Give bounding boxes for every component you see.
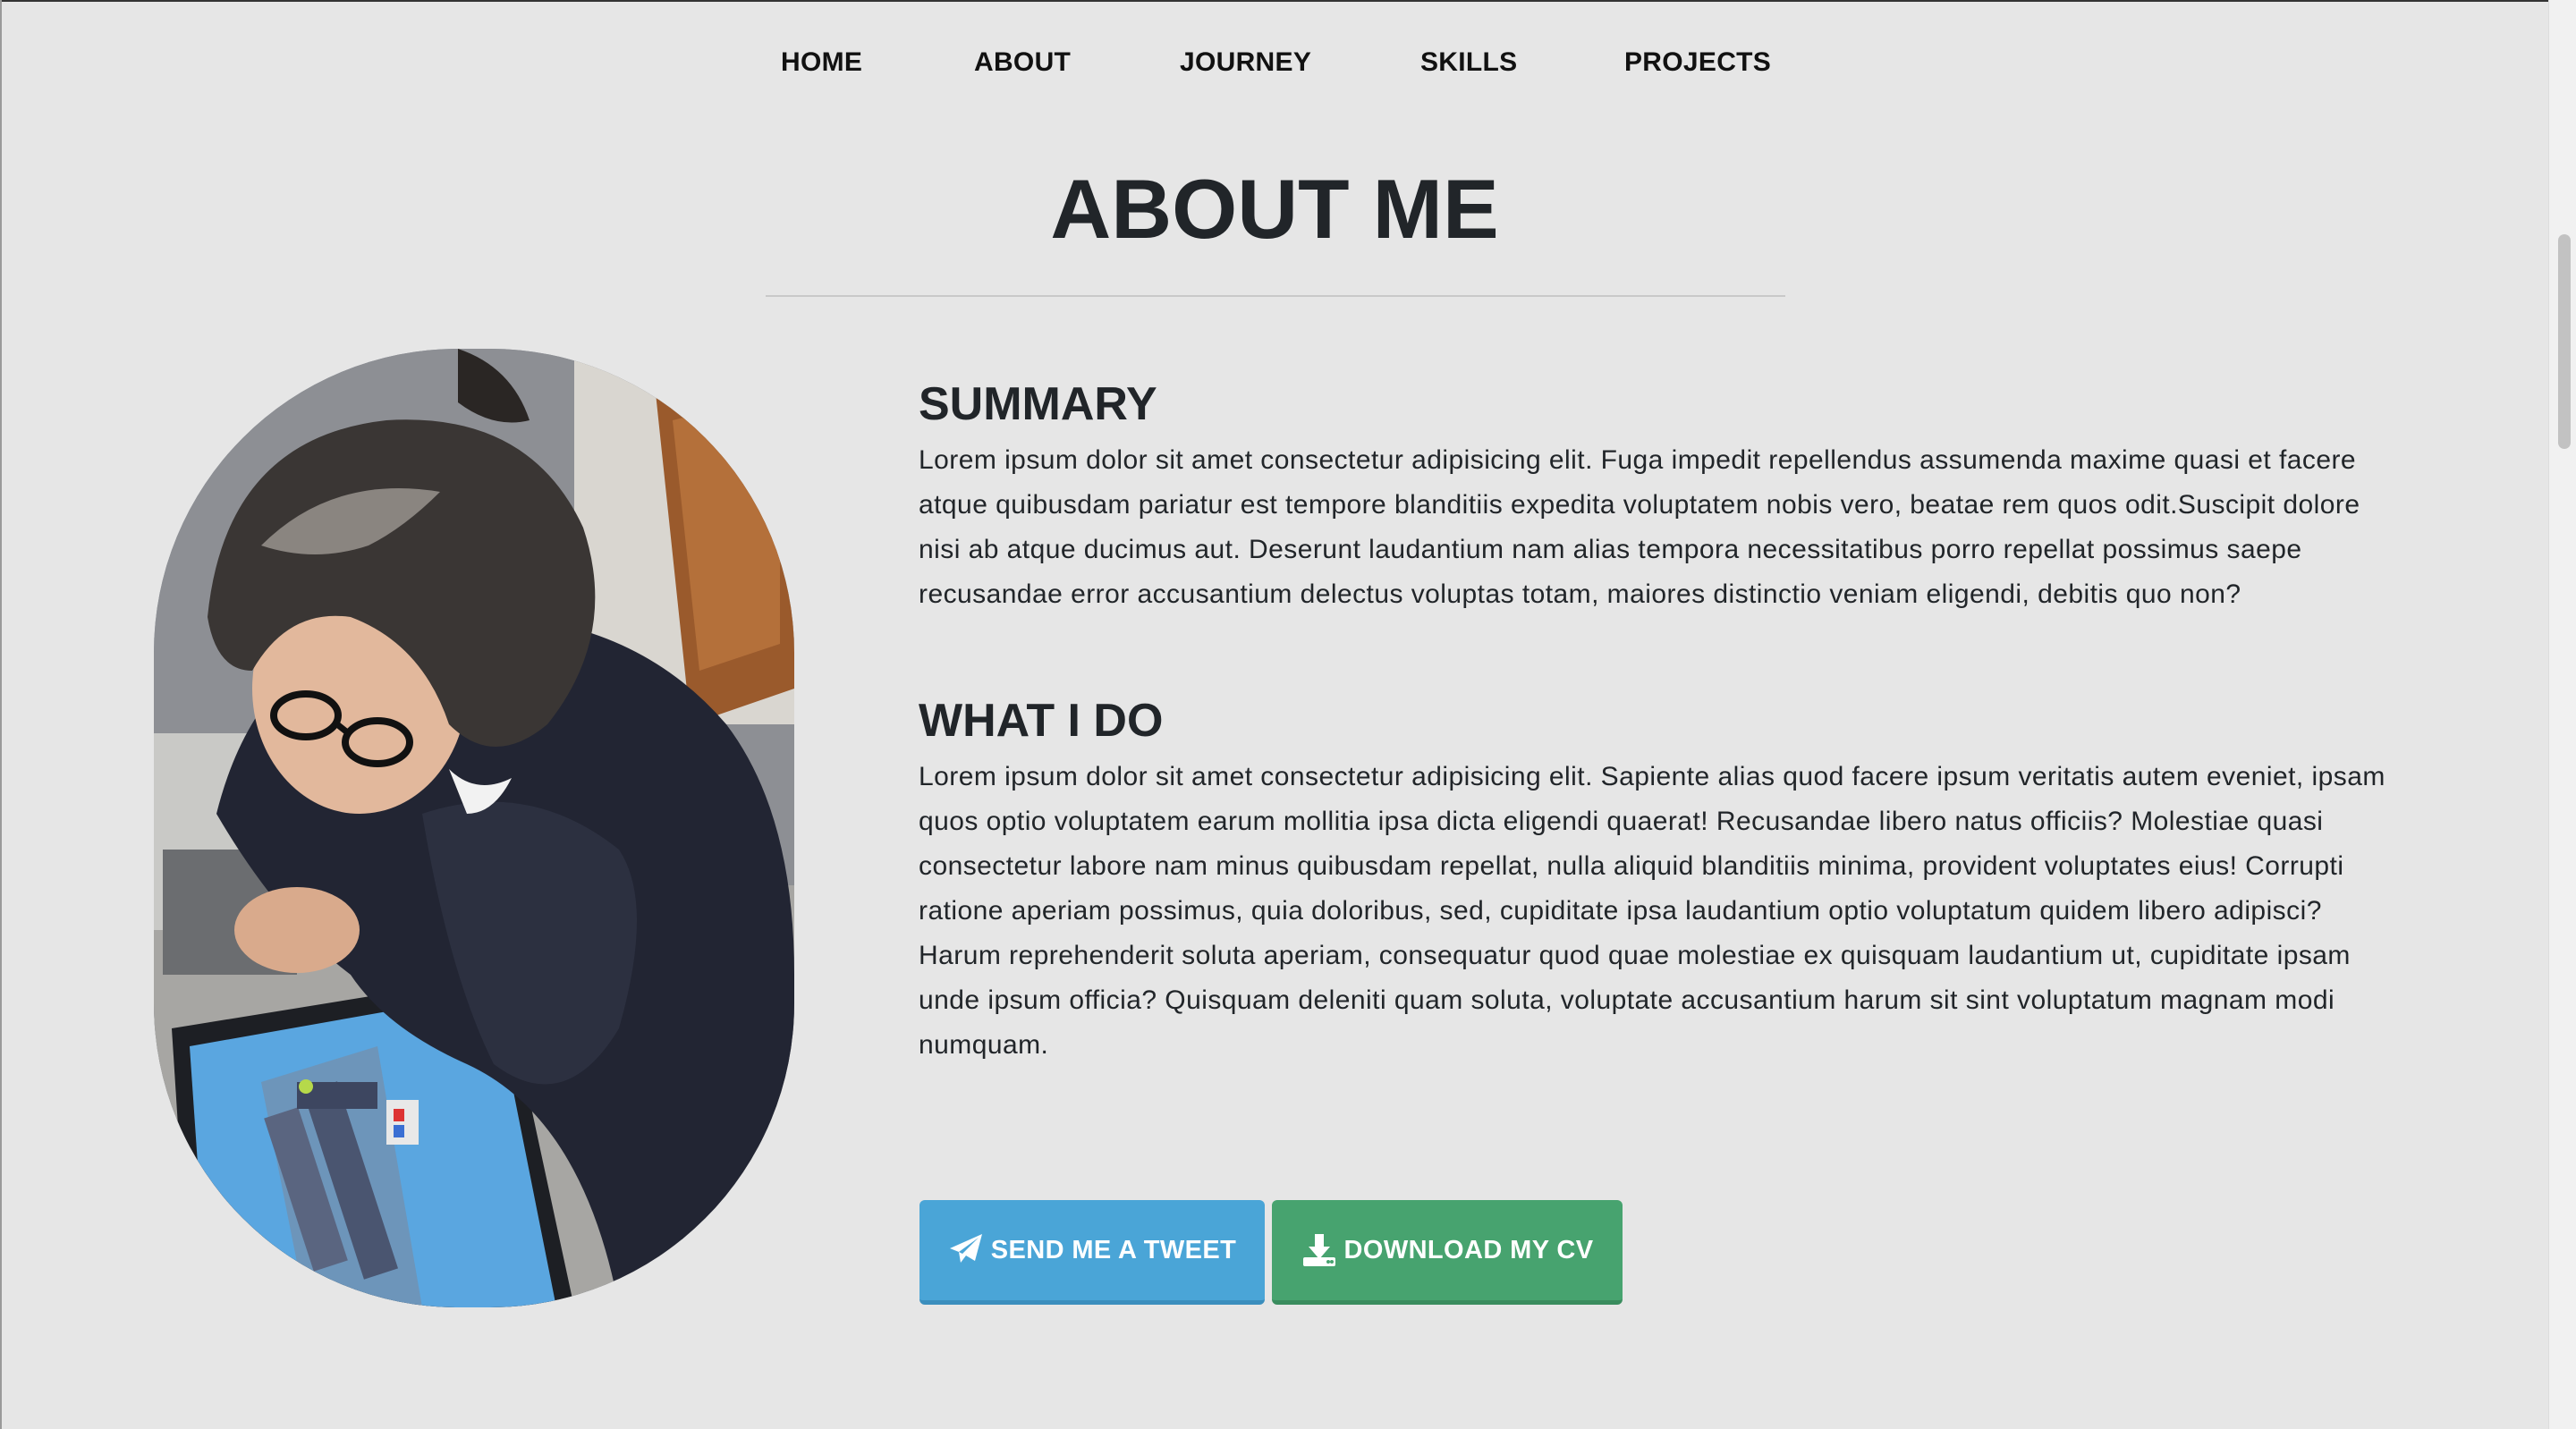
page-title: ABOUT ME xyxy=(1050,162,1499,256)
window-top-border xyxy=(0,0,2576,2)
profile-photo xyxy=(154,349,794,1307)
download-cv-label: DOWNLOAD MY CV xyxy=(1343,1235,1594,1264)
nav-item-home[interactable]: HOME xyxy=(781,43,862,82)
scrollbar[interactable] xyxy=(2548,0,2576,1429)
what-i-do-heading: WHAT I DO xyxy=(919,695,1164,747)
summary-text: Lorem ipsum dolor sit amet consectetur a… xyxy=(919,445,2360,609)
about-content: SUMMARY Lorem ipsum dolor sit amet conse… xyxy=(919,376,2394,1068)
scrollbar-thumb[interactable] xyxy=(2558,234,2571,449)
send-tweet-label: SEND ME A TWEET xyxy=(990,1235,1237,1264)
download-icon xyxy=(1302,1234,1335,1266)
summary-heading: SUMMARY xyxy=(919,378,1157,430)
title-divider xyxy=(766,295,1785,297)
download-cv-button[interactable]: DOWNLOAD MY CV xyxy=(1272,1200,1623,1305)
top-navigation: HOME ABOUT JOURNEY SKILLS PROJECTS xyxy=(0,43,2549,82)
nav-item-projects[interactable]: PROJECTS xyxy=(1624,43,1771,82)
what-i-do-text: Lorem ipsum dolor sit amet consectetur a… xyxy=(919,762,2385,1060)
nav-item-journey[interactable]: JOURNEY xyxy=(1180,43,1311,82)
paper-plane-icon xyxy=(949,1234,982,1263)
send-tweet-button[interactable]: SEND ME A TWEET xyxy=(919,1200,1265,1305)
nav-item-about[interactable]: ABOUT xyxy=(974,43,1071,82)
nav-item-skills[interactable]: SKILLS xyxy=(1420,43,1517,82)
